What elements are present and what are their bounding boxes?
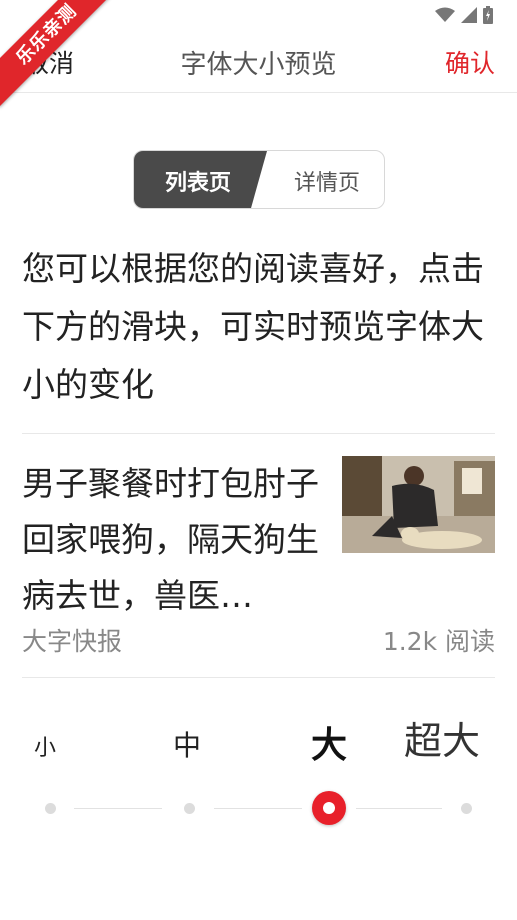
thumbnail-image (342, 456, 495, 553)
article-source: 大字快报 (22, 627, 123, 656)
slider-thumb[interactable] (312, 791, 346, 825)
tab-detail-page[interactable]: 详情页 (270, 165, 384, 197)
status-icons (435, 6, 493, 24)
signal-icon (461, 7, 477, 23)
slider-track-segment (356, 808, 442, 809)
font-size-extra-large-option[interactable]: 超大 (404, 710, 480, 765)
font-size-slider[interactable] (0, 788, 517, 828)
slider-track-segment (74, 808, 162, 809)
confirm-button[interactable]: 确认 (445, 44, 495, 80)
slider-track-segment (214, 808, 302, 809)
article-thumbnail[interactable] (342, 456, 495, 553)
tab-list-page-label[interactable]: 列表页 (134, 165, 262, 197)
top-app-bar: 取消 字体大小预览 确认 (0, 32, 517, 93)
article-read-count: 1.2k 阅读 (382, 627, 495, 656)
page-title: 字体大小预览 (180, 50, 337, 80)
article-title[interactable]: 男子聚餐时打包肘子回家喂狗，隔天狗生病去世，兽医… (22, 456, 322, 624)
font-size-large-option[interactable]: 大 (311, 716, 347, 768)
divider (22, 433, 495, 434)
divider (22, 677, 495, 678)
slider-stop-medium[interactable] (184, 803, 195, 814)
wifi-icon (435, 7, 455, 22)
font-size-small-option[interactable]: 小 (34, 730, 56, 762)
font-size-medium-option[interactable]: 中 (173, 724, 201, 764)
slider-stop-small[interactable] (45, 803, 56, 814)
battery-icon (483, 6, 493, 24)
preview-mode-switch: 列表页 详情页 (133, 150, 385, 209)
intro-text: 您可以根据您的阅读喜好，点击下方的滑块，可实时预览字体大小的变化 (22, 249, 484, 404)
slider-stop-extra-large[interactable] (461, 803, 472, 814)
